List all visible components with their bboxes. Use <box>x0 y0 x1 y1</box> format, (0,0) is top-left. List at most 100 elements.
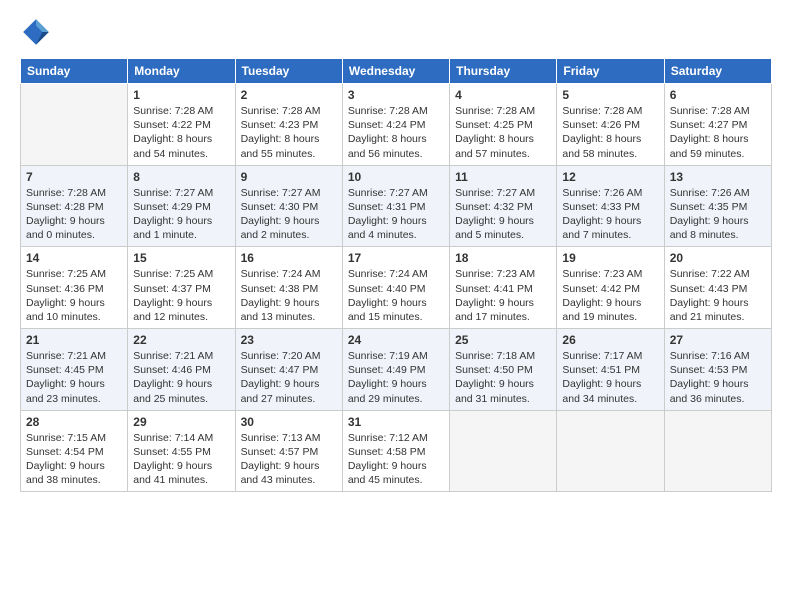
day-number: 8 <box>133 170 229 184</box>
day-info: Sunrise: 7:28 AMSunset: 4:24 PMDaylight:… <box>348 104 444 161</box>
day-info: Sunrise: 7:21 AMSunset: 4:45 PMDaylight:… <box>26 349 122 406</box>
logo <box>20 16 56 48</box>
day-number: 29 <box>133 415 229 429</box>
calendar-cell: 23 Sunrise: 7:20 AMSunset: 4:47 PMDayligh… <box>235 329 342 411</box>
day-info: Sunrise: 7:19 AMSunset: 4:49 PMDaylight:… <box>348 349 444 406</box>
day-number: 27 <box>670 333 766 347</box>
calendar-cell <box>450 410 557 492</box>
header <box>20 16 772 48</box>
day-info: Sunrise: 7:28 AMSunset: 4:22 PMDaylight:… <box>133 104 229 161</box>
day-number: 26 <box>562 333 658 347</box>
calendar-cell: 2 Sunrise: 7:28 AMSunset: 4:23 PMDaylight… <box>235 84 342 166</box>
calendar-cell: 20 Sunrise: 7:22 AMSunset: 4:43 PMDayligh… <box>664 247 771 329</box>
calendar-cell: 5 Sunrise: 7:28 AMSunset: 4:26 PMDaylight… <box>557 84 664 166</box>
day-number: 7 <box>26 170 122 184</box>
day-number: 17 <box>348 251 444 265</box>
calendar-cell: 7 Sunrise: 7:28 AMSunset: 4:28 PMDaylight… <box>21 165 128 247</box>
day-info: Sunrise: 7:20 AMSunset: 4:47 PMDaylight:… <box>241 349 337 406</box>
weekday-header-tuesday: Tuesday <box>235 59 342 84</box>
day-number: 4 <box>455 88 551 102</box>
calendar-cell: 22 Sunrise: 7:21 AMSunset: 4:46 PMDayligh… <box>128 329 235 411</box>
week-row-2: 7 Sunrise: 7:28 AMSunset: 4:28 PMDaylight… <box>21 165 772 247</box>
day-info: Sunrise: 7:23 AMSunset: 4:41 PMDaylight:… <box>455 267 551 324</box>
day-info: Sunrise: 7:18 AMSunset: 4:50 PMDaylight:… <box>455 349 551 406</box>
day-number: 10 <box>348 170 444 184</box>
calendar-cell: 28 Sunrise: 7:15 AMSunset: 4:54 PMDayligh… <box>21 410 128 492</box>
day-number: 12 <box>562 170 658 184</box>
calendar-cell <box>557 410 664 492</box>
calendar-cell: 29 Sunrise: 7:14 AMSunset: 4:55 PMDayligh… <box>128 410 235 492</box>
day-number: 25 <box>455 333 551 347</box>
calendar-cell: 6Sunrise: 7:28 AMSunset: 4:27 PMDaylight… <box>664 84 771 166</box>
day-info: Sunrise: 7:28 AMSunset: 4:26 PMDaylight:… <box>562 104 658 161</box>
day-info: Sunrise: 7:12 AMSunset: 4:58 PMDaylight:… <box>348 431 444 488</box>
day-info: Sunrise: 7:24 AMSunset: 4:38 PMDaylight:… <box>241 267 337 324</box>
day-number: 15 <box>133 251 229 265</box>
calendar-table: SundayMondayTuesdayWednesdayThursdayFrid… <box>20 58 772 492</box>
week-row-3: 14Sunrise: 7:25 AMSunset: 4:36 PMDayligh… <box>21 247 772 329</box>
day-number: 22 <box>133 333 229 347</box>
day-number: 13 <box>670 170 766 184</box>
weekday-header-row: SundayMondayTuesdayWednesdayThursdayFrid… <box>21 59 772 84</box>
weekday-header-sunday: Sunday <box>21 59 128 84</box>
day-number: 23 <box>241 333 337 347</box>
day-number: 14 <box>26 251 122 265</box>
calendar-cell <box>664 410 771 492</box>
day-number: 9 <box>241 170 337 184</box>
day-number: 24 <box>348 333 444 347</box>
day-info: Sunrise: 7:26 AMSunset: 4:35 PMDaylight:… <box>670 186 766 243</box>
page: SundayMondayTuesdayWednesdayThursdayFrid… <box>0 0 792 612</box>
calendar-cell: 25 Sunrise: 7:18 AMSunset: 4:50 PMDayligh… <box>450 329 557 411</box>
week-row-4: 21 Sunrise: 7:21 AMSunset: 4:45 PMDayligh… <box>21 329 772 411</box>
calendar-cell: 8Sunrise: 7:27 AMSunset: 4:29 PMDaylight… <box>128 165 235 247</box>
day-info: Sunrise: 7:23 AMSunset: 4:42 PMDaylight:… <box>562 267 658 324</box>
calendar-cell: 15 Sunrise: 7:25 AMSunset: 4:37 PMDayligh… <box>128 247 235 329</box>
day-info: Sunrise: 7:25 AMSunset: 4:37 PMDaylight:… <box>133 267 229 324</box>
day-info: Sunrise: 7:14 AMSunset: 4:55 PMDaylight:… <box>133 431 229 488</box>
calendar-cell: 18Sunrise: 7:23 AMSunset: 4:41 PMDayligh… <box>450 247 557 329</box>
calendar-cell: 13 Sunrise: 7:26 AMSunset: 4:35 PMDayligh… <box>664 165 771 247</box>
logo-icon <box>20 16 52 48</box>
day-info: Sunrise: 7:26 AMSunset: 4:33 PMDaylight:… <box>562 186 658 243</box>
day-info: Sunrise: 7:16 AMSunset: 4:53 PMDaylight:… <box>670 349 766 406</box>
calendar-cell: 19 Sunrise: 7:23 AMSunset: 4:42 PMDayligh… <box>557 247 664 329</box>
day-info: Sunrise: 7:27 AMSunset: 4:32 PMDaylight:… <box>455 186 551 243</box>
day-info: Sunrise: 7:28 AMSunset: 4:28 PMDaylight:… <box>26 186 122 243</box>
calendar-cell: 27 Sunrise: 7:16 AMSunset: 4:53 PMDayligh… <box>664 329 771 411</box>
calendar-cell: 17Sunrise: 7:24 AMSunset: 4:40 PMDayligh… <box>342 247 449 329</box>
day-number: 30 <box>241 415 337 429</box>
day-number: 1 <box>133 88 229 102</box>
calendar-cell: 30 Sunrise: 7:13 AMSunset: 4:57 PMDayligh… <box>235 410 342 492</box>
calendar-cell: 9Sunrise: 7:27 AMSunset: 4:30 PMDaylight… <box>235 165 342 247</box>
day-number: 31 <box>348 415 444 429</box>
day-number: 16 <box>241 251 337 265</box>
day-number: 19 <box>562 251 658 265</box>
calendar-cell: 4 Sunrise: 7:28 AMSunset: 4:25 PMDaylight… <box>450 84 557 166</box>
weekday-header-wednesday: Wednesday <box>342 59 449 84</box>
day-number: 2 <box>241 88 337 102</box>
day-info: Sunrise: 7:28 AMSunset: 4:23 PMDaylight:… <box>241 104 337 161</box>
calendar-cell: 21 Sunrise: 7:21 AMSunset: 4:45 PMDayligh… <box>21 329 128 411</box>
weekday-header-friday: Friday <box>557 59 664 84</box>
day-info: Sunrise: 7:21 AMSunset: 4:46 PMDaylight:… <box>133 349 229 406</box>
day-info: Sunrise: 7:28 AMSunset: 4:25 PMDaylight:… <box>455 104 551 161</box>
day-info: Sunrise: 7:28 AMSunset: 4:27 PMDaylight:… <box>670 104 766 161</box>
day-number: 21 <box>26 333 122 347</box>
calendar-cell: 10 Sunrise: 7:27 AMSunset: 4:31 PMDayligh… <box>342 165 449 247</box>
calendar-cell: 24 Sunrise: 7:19 AMSunset: 4:49 PMDayligh… <box>342 329 449 411</box>
day-number: 20 <box>670 251 766 265</box>
day-number: 5 <box>562 88 658 102</box>
calendar-cell: 11Sunrise: 7:27 AMSunset: 4:32 PMDayligh… <box>450 165 557 247</box>
calendar-cell <box>21 84 128 166</box>
calendar-cell: 31 Sunrise: 7:12 AMSunset: 4:58 PMDayligh… <box>342 410 449 492</box>
day-info: Sunrise: 7:13 AMSunset: 4:57 PMDaylight:… <box>241 431 337 488</box>
day-info: Sunrise: 7:22 AMSunset: 4:43 PMDaylight:… <box>670 267 766 324</box>
day-info: Sunrise: 7:15 AMSunset: 4:54 PMDaylight:… <box>26 431 122 488</box>
calendar-cell: 12 Sunrise: 7:26 AMSunset: 4:33 PMDayligh… <box>557 165 664 247</box>
day-number: 28 <box>26 415 122 429</box>
day-info: Sunrise: 7:27 AMSunset: 4:31 PMDaylight:… <box>348 186 444 243</box>
weekday-header-thursday: Thursday <box>450 59 557 84</box>
calendar-cell: 14Sunrise: 7:25 AMSunset: 4:36 PMDayligh… <box>21 247 128 329</box>
day-number: 3 <box>348 88 444 102</box>
calendar-cell: 1 Sunrise: 7:28 AMSunset: 4:22 PMDaylight… <box>128 84 235 166</box>
